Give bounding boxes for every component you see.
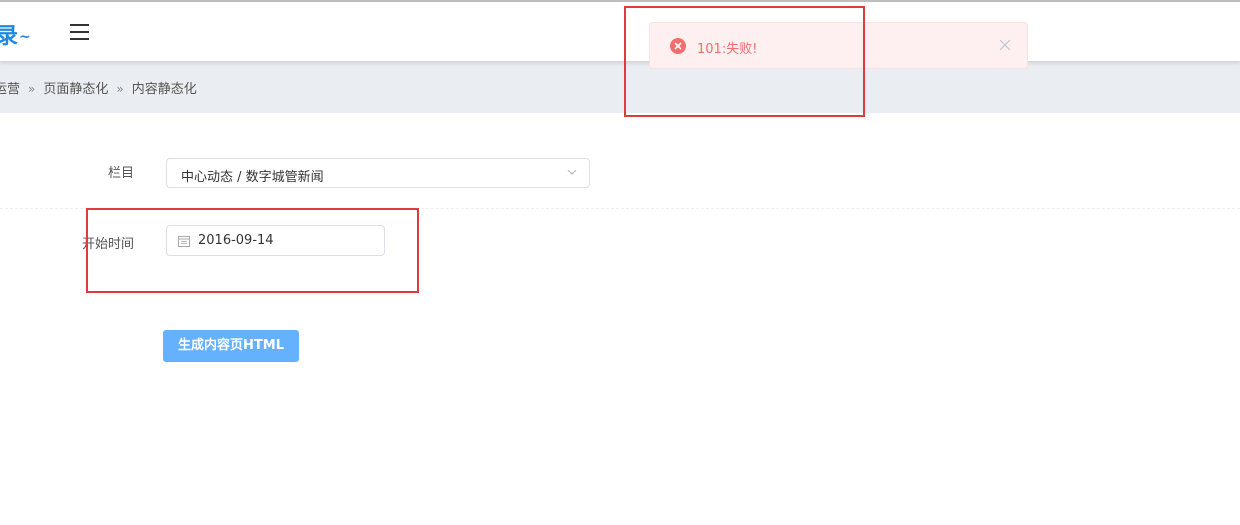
top-header: 录~ — [0, 2, 1240, 61]
breadcrumb-separator: » — [116, 82, 124, 96]
close-icon[interactable] — [999, 39, 1011, 51]
hamburger-icon[interactable] — [70, 24, 89, 40]
logo-tilde: ~ — [19, 29, 31, 45]
column-select-value: 中心动态 / 数字城管新闻 — [181, 170, 324, 185]
highlight-box-toast — [624, 6, 865, 117]
breadcrumb-item-content-static: 内容静态化 — [131, 82, 197, 97]
breadcrumb: 运营 » 页面静态化 » 内容静态化 — [0, 78, 197, 97]
breadcrumb-bar: 运营 » 页面静态化 » 内容静态化 — [0, 61, 1240, 113]
column-label: 栏目 — [107, 166, 134, 181]
logo[interactable]: 录~ — [0, 18, 31, 50]
chevron-down-icon — [567, 169, 577, 175]
breadcrumb-item-page-static[interactable]: 页面静态化 — [43, 82, 108, 97]
page: 录~ 运营» 页面静态化» 内容静态化 栏目 中心动态 / 数字城管新闻 开始时间 … — [0, 0, 1240, 525]
highlight-box-start-time — [86, 208, 419, 293]
breadcrumb-separator: » — [28, 82, 36, 96]
logo-text: 录 — [0, 24, 19, 49]
generate-html-button[interactable]: 生成内容页HTML — [163, 330, 299, 362]
column-select[interactable]: 中心动态 / 数字城管新闻 — [166, 158, 590, 188]
breadcrumb-item-operations[interactable]: 运营 — [0, 82, 20, 97]
